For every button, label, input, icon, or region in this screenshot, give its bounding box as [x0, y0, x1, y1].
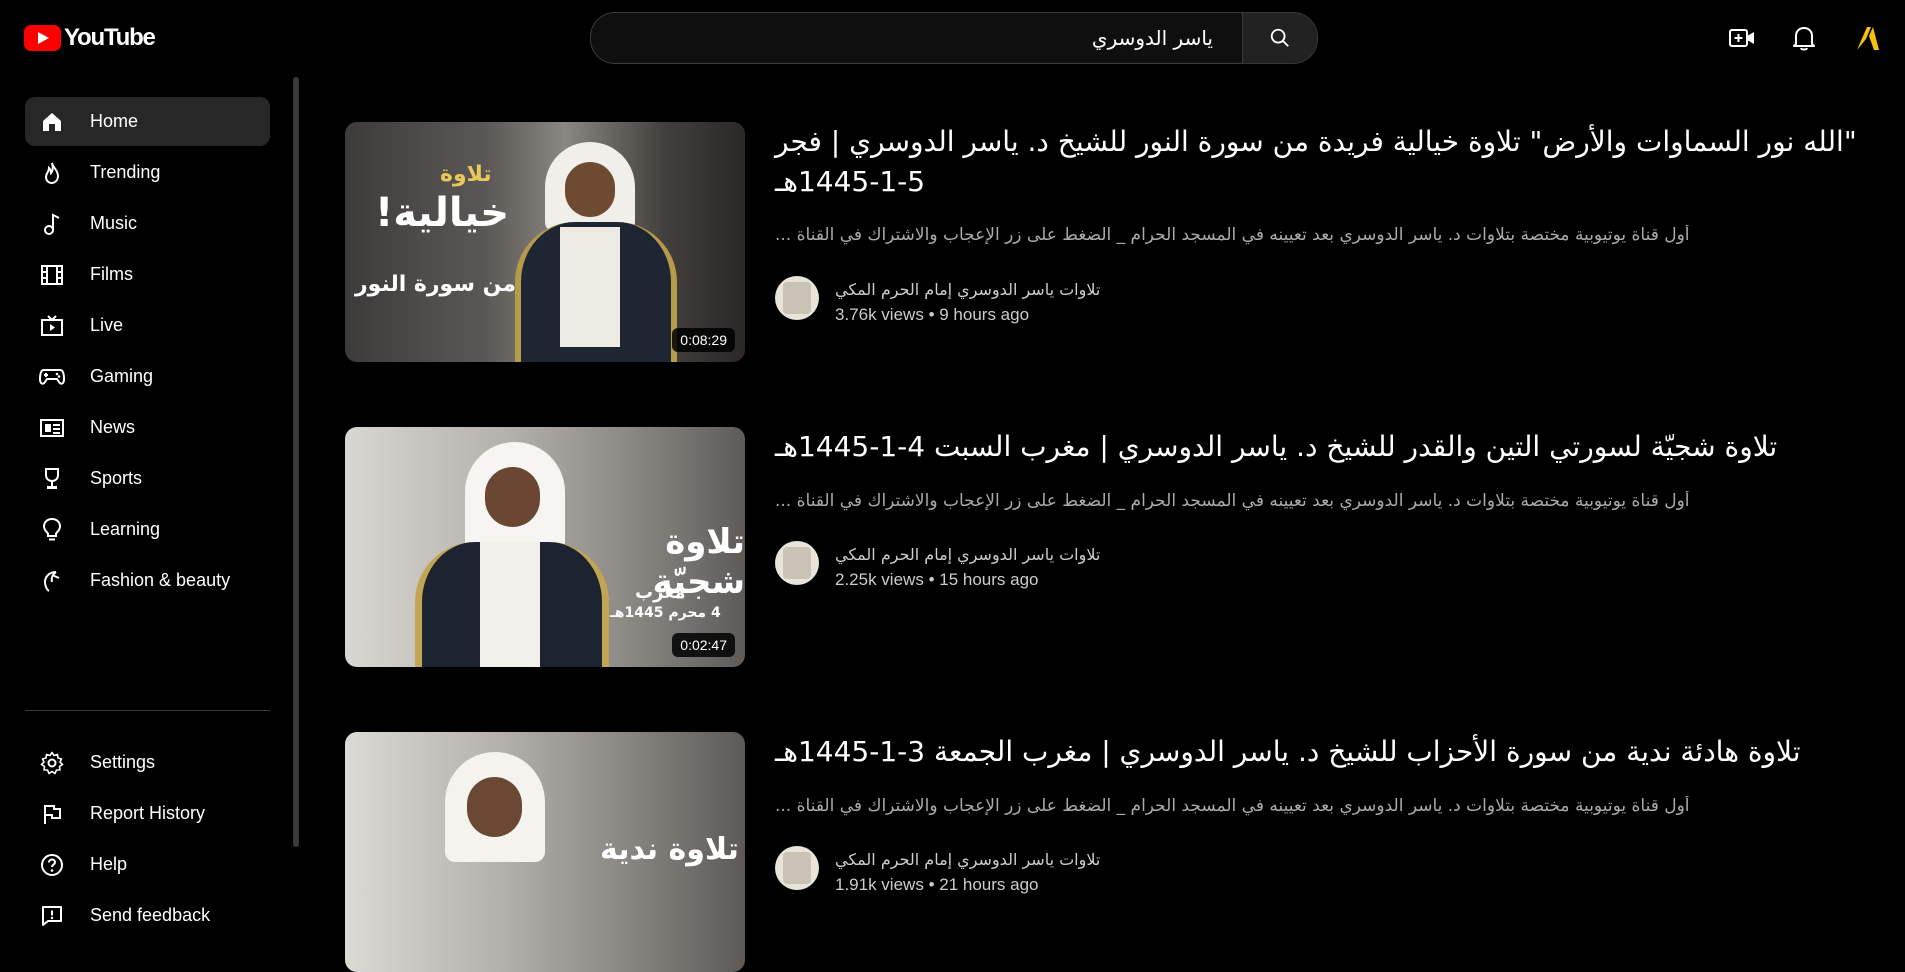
channel-name[interactable]: تلاوات ياسر الدوسري إمام الحرم المكي [835, 545, 1100, 564]
sidebar-item-label: Live [90, 315, 124, 335]
channel-name[interactable]: تلاوات ياسر الدوسري إمام الحرم المكي [835, 850, 1100, 869]
video-title[interactable]: تلاوة هادئة ندية من سورة الأحزاب للشيخ د… [775, 732, 1885, 772]
video-description: أول قناة يوتيوبية مختصة بتلاوات د. ياسر … [775, 225, 1690, 245]
thumbnail-caption: مغرب [635, 582, 686, 603]
video-thumbnail[interactable]: تلاوة خيالية! من سورة النور 0:08:29 [345, 122, 745, 362]
sidebar-item-label: Gaming [90, 366, 154, 386]
live-icon [39, 313, 65, 339]
sidebar-divider [25, 710, 270, 711]
news-icon [39, 415, 65, 441]
sidebar-item-label: Music [90, 213, 138, 233]
thumbnail-caption: من سورة النور [355, 272, 517, 297]
sidebar-item-label: News [90, 417, 136, 437]
video-item: تلاوة شجيّة مغرب 4 محرم 1445هـ 0:02:47 ت… [345, 427, 1885, 667]
gaming-icon [39, 364, 65, 390]
video-description: أول قناة يوتيوبية مختصة بتلاوات د. ياسر … [775, 796, 1690, 816]
thumbnail-caption: 4 محرم 1445هـ [610, 605, 721, 621]
sidebar-item-films[interactable]: Films [25, 250, 270, 299]
channel-avatar[interactable] [775, 846, 819, 890]
sidebar-item-fashion[interactable]: Fashion & beauty [25, 556, 270, 605]
sidebar-item-live[interactable]: Live [25, 301, 270, 350]
sidebar-item-label: Sports [90, 468, 143, 488]
channel-avatar[interactable] [775, 541, 819, 585]
sidebar-item-music[interactable]: Music [25, 199, 270, 248]
search-button[interactable] [1242, 13, 1317, 63]
meta-separator: • [928, 570, 935, 589]
help-icon [39, 852, 65, 878]
sports-icon [39, 466, 65, 492]
report-flag-icon [39, 801, 65, 827]
thumbnail-caption: خيالية! [375, 190, 510, 236]
video-duration: 0:02:47 [672, 633, 735, 657]
upload-age: 15 hours ago [939, 570, 1039, 589]
logo-text: YouTube [64, 24, 156, 51]
sidebar-item-label: Films [90, 264, 133, 284]
video-title[interactable]: تلاوة شجيّة لسورتي التين والقدر للشيخ د.… [775, 427, 1885, 467]
sidebar-item-help[interactable]: Help [25, 840, 270, 889]
meta-separator: • [928, 305, 935, 324]
music-icon [39, 211, 65, 237]
view-count: 3.76k views [835, 305, 924, 324]
video-thumbnail[interactable]: تلاوة شجيّة مغرب 4 محرم 1445هـ 0:02:47 [345, 427, 745, 667]
search-icon [1270, 28, 1289, 47]
sidebar-item-label: Help [90, 854, 128, 874]
sidebar-item-send-feedback[interactable]: Send feedback [25, 891, 270, 940]
trending-icon [39, 160, 65, 186]
sidebar-item-report-history[interactable]: Report History [25, 789, 270, 838]
sidebar-item-label: Trending [90, 162, 161, 182]
channel-name[interactable]: تلاوات ياسر الدوسري إمام الحرم المكي [835, 280, 1100, 299]
video-thumbnail[interactable]: تلاوة ندية [345, 732, 745, 972]
sidebar-item-gaming[interactable]: Gaming [25, 352, 270, 401]
account-icon[interactable] [1854, 24, 1882, 52]
channel-avatar[interactable] [775, 276, 819, 320]
video-meta: 2.25k views • 15 hours ago [835, 570, 1039, 590]
settings-icon [39, 750, 65, 776]
home-icon [39, 109, 65, 135]
films-icon [39, 262, 65, 288]
search-input[interactable] [591, 13, 1241, 63]
sidebar-item-label: Home [90, 111, 139, 131]
youtube-play-icon [24, 25, 61, 51]
sidebar-item-trending[interactable]: Trending [25, 148, 270, 197]
top-bar: YouTube [0, 0, 1905, 76]
video-duration: 0:08:29 [672, 328, 735, 352]
sidebar-item-label: Settings [90, 752, 156, 772]
sidebar-item-label: Learning [90, 519, 161, 539]
sidebar-item-news[interactable]: News [25, 403, 270, 452]
thumbnail-caption: تلاوة ندية [600, 832, 739, 867]
video-title[interactable]: "الله نور السماوات والأرض" تلاوة خيالية … [775, 122, 1885, 202]
sidebar-item-sports[interactable]: Sports [25, 454, 270, 503]
sidebar-item-home[interactable]: Home [25, 97, 270, 146]
sidebar-item-learning[interactable]: Learning [25, 505, 270, 554]
feedback-icon [39, 903, 65, 929]
thumbnail-caption: تلاوة [440, 162, 492, 187]
sidebar-item-label: Report History [90, 803, 206, 823]
search-bar [590, 12, 1318, 64]
create-video-icon[interactable] [1728, 24, 1756, 52]
video-item: تلاوة ندية تلاوة هادئة ندية من سورة الأح… [345, 732, 1885, 972]
sidebar-scrollbar[interactable] [293, 77, 299, 847]
youtube-logo[interactable]: YouTube [24, 24, 156, 52]
learning-icon [39, 517, 65, 543]
sidebar-item-settings[interactable]: Settings [25, 738, 270, 787]
view-count: 2.25k views [835, 570, 924, 589]
upload-age: 9 hours ago [939, 305, 1030, 324]
video-meta: 1.91k views • 21 hours ago [835, 875, 1039, 895]
video-description: أول قناة يوتيوبية مختصة بتلاوات د. ياسر … [775, 491, 1690, 511]
fashion-icon [39, 568, 65, 594]
sidebar-item-label: Send feedback [90, 905, 211, 925]
notifications-icon[interactable] [1790, 24, 1818, 52]
sidebar-item-label: Fashion & beauty [90, 570, 231, 590]
video-meta: 3.76k views • 9 hours ago [835, 305, 1029, 325]
video-item: تلاوة خيالية! من سورة النور 0:08:29 "الل… [345, 122, 1885, 362]
sidebar: Home Trending Music Films Live Gaming Ne… [0, 76, 292, 926]
